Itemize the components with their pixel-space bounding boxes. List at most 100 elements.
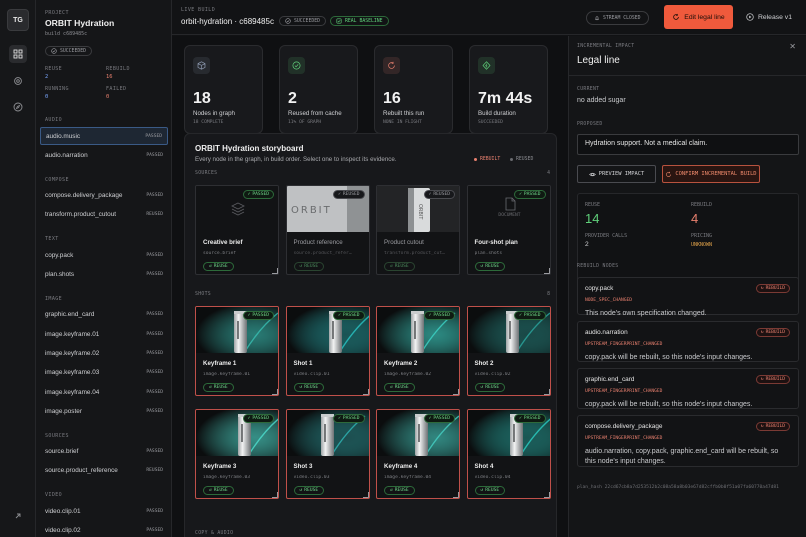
sidebar-item-status: REUSED bbox=[146, 468, 163, 474]
sidebar-item-image.keyframe.02[interactable]: image.keyframe.02 PASSED bbox=[40, 344, 168, 362]
sidebar-item-audio.music[interactable]: audio.music PASSED bbox=[40, 127, 168, 145]
rebuild-node-copy.pack[interactable]: copy.pack NODE_SPEC_CHANGED This node's ow… bbox=[577, 277, 799, 317]
sidebar-item-image.keyframe.04[interactable]: image.keyframe.04 PASSED bbox=[40, 383, 168, 401]
edit-legal-line-button[interactable]: Edit legal line bbox=[664, 5, 733, 29]
sidebar-item-image.keyframe.01[interactable]: image.keyframe.01 PASSED bbox=[40, 325, 168, 343]
settings-icon[interactable] bbox=[9, 72, 27, 90]
sidebar-item-image.keyframe.03[interactable]: image.keyframe.03 PASSED bbox=[40, 364, 168, 382]
sidebar-item-status: PASSED bbox=[146, 252, 163, 258]
storyboard-card-plan.shots[interactable]: DOCUMENT ✓ PASSED Four-shot plan plan.shots ↺… bbox=[466, 185, 551, 275]
main-area: 18 Nodes in graph 18 COMPLETE 2 Reused from … bbox=[172, 36, 568, 537]
avatar[interactable]: TG bbox=[7, 9, 29, 31]
rebuild-node-description: copy.pack will be rebuilt, so this node'… bbox=[585, 354, 753, 361]
storyboard-description: Every node in the graph, in build order.… bbox=[195, 156, 397, 163]
check-icon: ✓ bbox=[338, 313, 341, 318]
storyboard-card-transform.product_cut…[interactable]: ORBIT ✓ REUSED Product cutout transform.prod… bbox=[376, 185, 460, 275]
sidebar-item-source.product_reference[interactable]: source.product_reference REUSED bbox=[40, 462, 168, 480]
refresh-icon: ↻ bbox=[760, 377, 764, 382]
reuse-button[interactable]: ↺ REUSE bbox=[474, 262, 506, 271]
rebuild-node-compose.delivery_package[interactable]: compose.delivery_package UPSTREAM_FINGERP… bbox=[577, 415, 799, 467]
sidebar-item-status: PASSED bbox=[146, 272, 163, 277]
selection-corner bbox=[543, 268, 550, 274]
status-badge: ✓ REUSED bbox=[333, 190, 365, 199]
check-icon: ✓ bbox=[428, 313, 432, 318]
check-icon: ✓ bbox=[247, 416, 251, 421]
provider-value: 2 bbox=[585, 241, 589, 248]
sidebar-item-transform.product_cutout[interactable]: transform.product_cutout REUSED bbox=[40, 206, 168, 224]
sidebar-item-label: graphic.end_card bbox=[45, 311, 95, 319]
reuse-button[interactable]: ↺ REUSE bbox=[203, 262, 234, 271]
expand-icon[interactable] bbox=[9, 507, 27, 525]
reuse-button[interactable]: ↺ REUSE bbox=[474, 383, 506, 392]
reuse-label: REUSE bbox=[394, 385, 409, 390]
sidebar-item-image.poster[interactable]: image.poster PASSED bbox=[40, 402, 168, 420]
stat-number: 18 bbox=[193, 90, 211, 107]
sidebar-item-video.clip.02[interactable]: video.clip.02 PASSED bbox=[40, 522, 168, 537]
storyboard-card-source.product_refer…[interactable]: ORBIT ✓ REUSED Product reference source.prod… bbox=[285, 185, 370, 275]
storyboard-card-video.clip.04[interactable]: ✓ PASSED Shot 4 video.clip.04 ↺ REUSE bbox=[466, 409, 551, 499]
confirm-build-button[interactable]: CONFIRM INCREMENTAL BUILD bbox=[662, 165, 760, 183]
storyboard-card-video.clip.03[interactable]: ✓ PASSED Shot 3 video.clip.03 ↺ REUSE bbox=[285, 409, 370, 499]
reuse-button[interactable]: ↺ REUSE bbox=[474, 486, 506, 495]
reuse-button[interactable]: ↺ REUSE bbox=[384, 486, 415, 495]
section-label-next: COPY & AUDIO bbox=[195, 531, 234, 536]
stat-sub: NONE IN FLIGHT bbox=[383, 120, 422, 125]
sidebar-item-status: PASSED bbox=[146, 312, 163, 318]
project-label: PROJECT bbox=[45, 10, 69, 16]
sidebar-item-label: plan.shots bbox=[45, 271, 75, 278]
stat-sub: SUCCEEDED bbox=[478, 120, 503, 125]
reuse-button[interactable]: ↺ REUSE bbox=[293, 262, 325, 271]
grid-icon[interactable] bbox=[9, 45, 27, 63]
card-title: Keyframe 1 bbox=[203, 360, 237, 367]
storyboard-card-image.keyframe.01[interactable]: ✓ PASSED Keyframe 1 image.keyframe.01 ↺ REUSE bbox=[195, 306, 279, 396]
reuse-button[interactable]: ↺ REUSE bbox=[384, 383, 415, 392]
card-node-id: image.keyframe.01 bbox=[203, 372, 251, 377]
card-title: Shot 2 bbox=[474, 360, 494, 367]
sidebar-item-graphic.end_card[interactable]: graphic.end_card PASSED bbox=[40, 306, 168, 324]
storyboard-card-video.clip.01[interactable]: ✓ PASSED Shot 1 video.clip.01 ↺ REUSE bbox=[285, 306, 370, 396]
sidebar-item-compose.delivery_package[interactable]: compose.delivery_package PASSED bbox=[40, 187, 168, 205]
rebuild-node-graphic.end_card[interactable]: graphic.end_card UPSTREAM_FINGERPRINT_CHA… bbox=[577, 368, 799, 409]
preview-impact-button[interactable]: PREVIEW IMPACT bbox=[577, 165, 656, 183]
stat-number: 7m 44s bbox=[478, 90, 533, 107]
impact-panel: INCREMENTAL IMPACT ✕ Legal line CURRENT … bbox=[568, 36, 806, 537]
sidebar-item-source.brief[interactable]: source.brief PASSED bbox=[40, 443, 168, 461]
stat-card-3: 16 Rebuilt this run NONE IN FLIGHT bbox=[374, 45, 453, 134]
group-label-sources: SOURCES bbox=[45, 432, 69, 439]
release-button[interactable]: Release v1 bbox=[738, 5, 800, 29]
reuse-button[interactable]: ↺ REUSE bbox=[293, 383, 325, 392]
project-name: ORBIT Hydration bbox=[45, 18, 115, 28]
storyboard-card-image.keyframe.03[interactable]: ✓ PASSED Keyframe 3 image.keyframe.03 ↺ REUSE bbox=[195, 409, 279, 499]
proposed-input[interactable]: Hydration support. Not a medical claim. bbox=[577, 134, 799, 155]
status-badge-text: PASSED bbox=[523, 313, 541, 318]
status-badge-text: PASSED bbox=[433, 313, 450, 318]
thumbnail-caption: DOCUMENT bbox=[498, 213, 521, 218]
reuse-button[interactable]: ↺ REUSE bbox=[203, 486, 234, 495]
current-value: no added sugar bbox=[577, 97, 626, 104]
rebuild-tag-text: REBUILD bbox=[765, 330, 785, 335]
sidebar-item-audio.narration[interactable]: audio.narration PASSED bbox=[40, 146, 168, 164]
legend-reused: REUSED bbox=[510, 157, 533, 162]
sidebar-item-label: image.keyframe.04 bbox=[45, 388, 100, 396]
stat-sub: 18 COMPLETE bbox=[193, 120, 224, 125]
refresh-icon: ↻ bbox=[760, 330, 764, 335]
sidebar-item-video.clip.01[interactable]: video.clip.01 PASSED bbox=[40, 502, 168, 520]
status-badge: ✓ REUSED bbox=[423, 190, 455, 199]
reuse-button[interactable]: ↺ REUSE bbox=[203, 383, 234, 392]
stat-label-failed: FAILED bbox=[106, 86, 127, 92]
top-bar: LIVE BUILD orbit-hydration · c689485c SU… bbox=[172, 0, 806, 35]
compass-icon[interactable] bbox=[9, 98, 27, 116]
reuse-button[interactable]: ↺ REUSE bbox=[293, 486, 325, 495]
sidebar-item-copy.pack[interactable]: copy.pack PASSED bbox=[40, 246, 168, 264]
card-node-id: video.clip.02 bbox=[474, 372, 511, 377]
storyboard-card-source.brief[interactable]: ✓ PASSED Creative brief source.brief ↺ REUSE bbox=[195, 185, 279, 275]
storyboard-card-image.keyframe.02[interactable]: ✓ PASSED Keyframe 2 image.keyframe.02 ↺ REUSE bbox=[376, 306, 460, 396]
close-icon[interactable]: ✕ bbox=[789, 42, 796, 51]
reuse-button[interactable]: ↺ REUSE bbox=[384, 262, 415, 271]
rebuild-node-audio.narration[interactable]: audio.narration UPSTREAM_FINGERPRINT_CHAN… bbox=[577, 321, 799, 362]
storyboard-card-video.clip.02[interactable]: ✓ PASSED Shot 2 video.clip.02 ↺ REUSE bbox=[466, 306, 551, 396]
sidebar-item-plan.shots[interactable]: plan.shots PASSED bbox=[40, 266, 168, 284]
rebuild-nodes-label: REBUILD NODES bbox=[577, 264, 619, 269]
storyboard-card-image.keyframe.04[interactable]: ✓ PASSED Keyframe 4 image.keyframe.04 ↺ REUSE bbox=[376, 409, 460, 499]
card-node-id: source.product_refer… bbox=[293, 251, 352, 256]
